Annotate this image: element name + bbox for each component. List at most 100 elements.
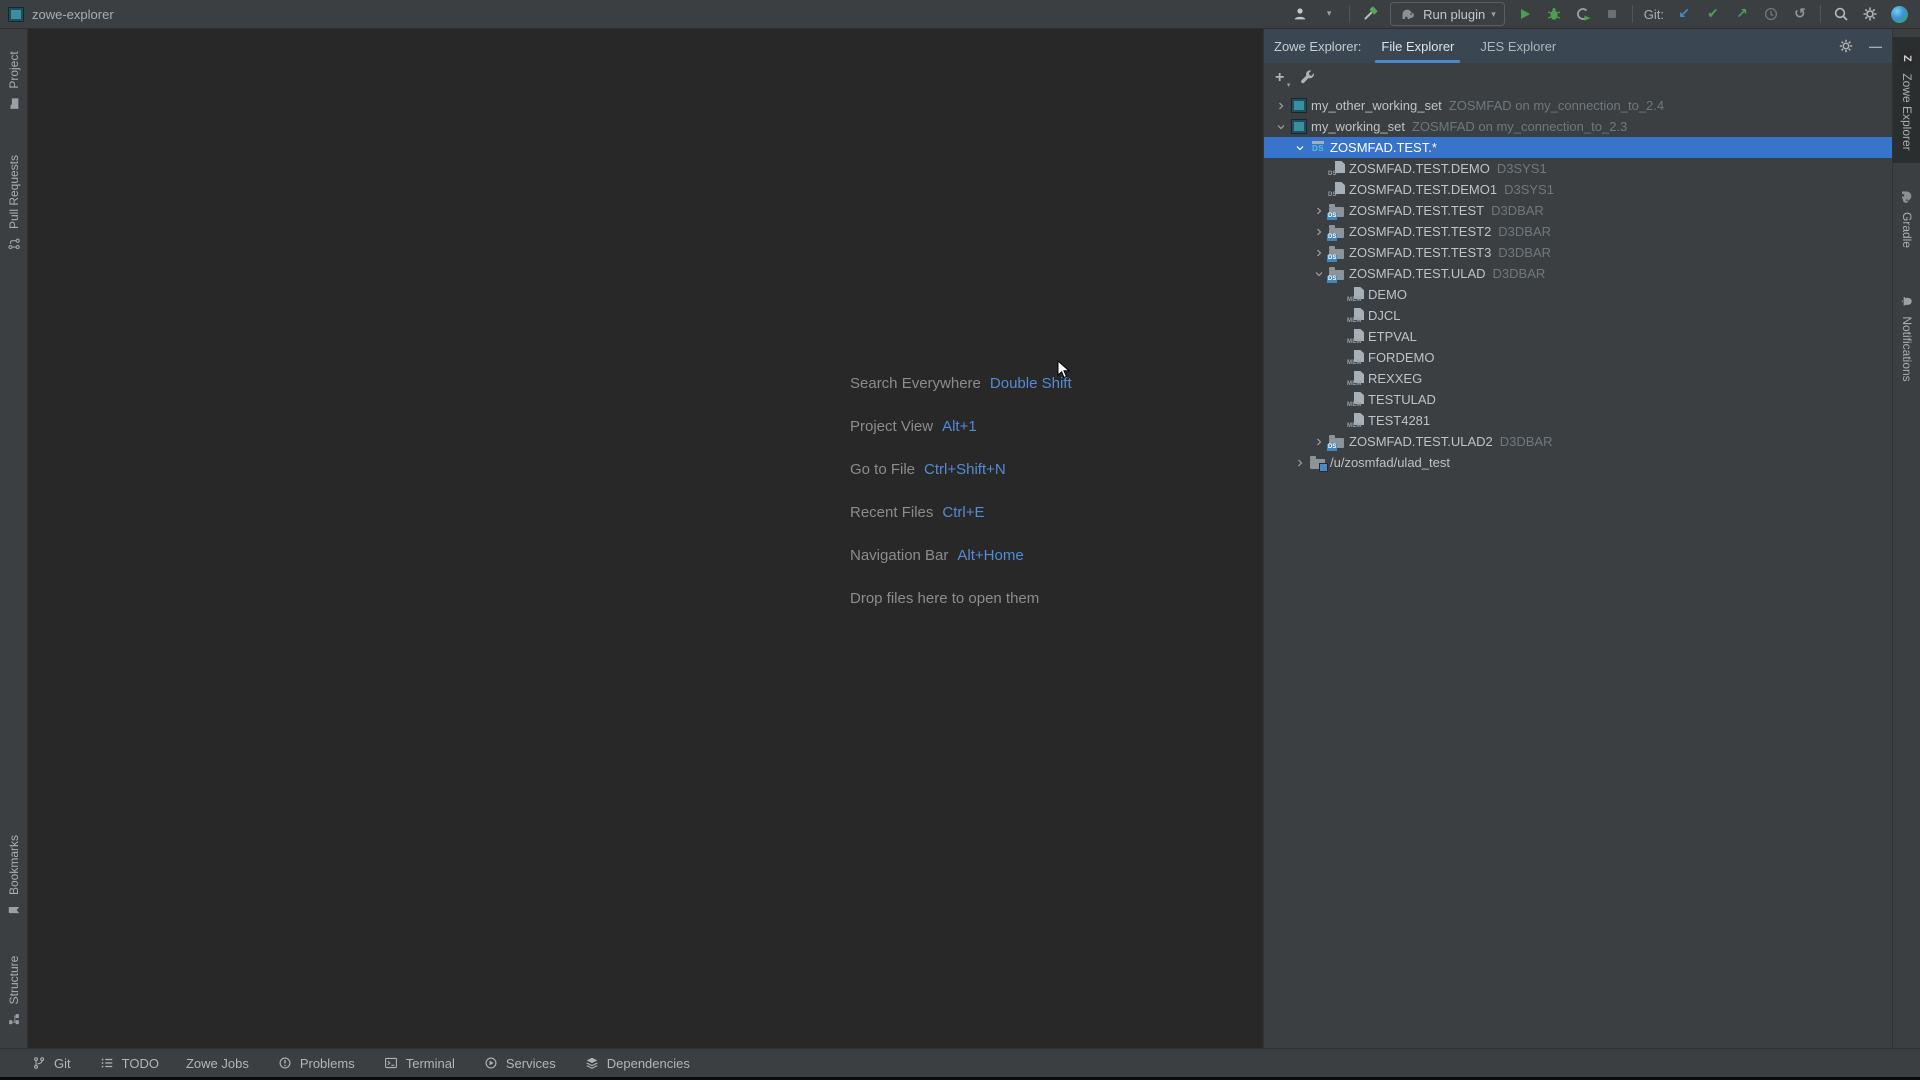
tree-expander[interactable] — [1310, 244, 1327, 262]
build-hammer-icon[interactable] — [1361, 5, 1379, 23]
tree-row[interactable]: MEMFORDEMO — [1264, 347, 1892, 368]
run-play-icon[interactable] — [1516, 5, 1534, 23]
tree-row[interactable]: DSZOSMFAD.TEST.DEMOD3SYS1 — [1264, 158, 1892, 179]
git-update-icon[interactable]: ↙ — [1675, 5, 1693, 23]
tree-expander[interactable] — [1291, 454, 1308, 472]
git-commit-icon[interactable]: ✔ — [1704, 5, 1722, 23]
pds-folder-icon: DS — [1327, 246, 1347, 260]
drop-files-hint: Drop files here to open them — [850, 577, 1072, 620]
member-icon: MEM — [1346, 287, 1366, 302]
tree-row[interactable]: MEMREXXEG — [1264, 368, 1892, 389]
tree-expander[interactable] — [1310, 433, 1327, 451]
tree-row[interactable]: DSZOSMFAD.TEST.TEST3D3DBAR — [1264, 242, 1892, 263]
right-stripe-top: Z Zowe Explorer Gradle Notifications — [1893, 37, 1920, 400]
tree-row[interactable]: DSZOSMFAD.TEST.ULADD3DBAR — [1264, 263, 1892, 284]
drop-files-label: Drop files here to open them — [850, 590, 1039, 607]
search-icon[interactable] — [1832, 5, 1850, 23]
gradle-elephant-icon — [1399, 5, 1417, 23]
shortcut-keys: Alt+Home — [957, 547, 1023, 564]
app-window-icon — [8, 7, 24, 22]
ide-sphere-icon[interactable] — [1890, 5, 1908, 23]
git-history-icon[interactable] — [1762, 5, 1780, 23]
settings-gear-icon[interactable] — [1861, 5, 1879, 23]
left-tool-stripe: Project Pull Requests Bookmarks Structure — [0, 29, 28, 1048]
tree-row-detail: D3DBAR — [1491, 203, 1544, 218]
statusbar-item-problems[interactable]: Problems — [276, 1054, 355, 1072]
shortcut-action-label: Navigation Bar — [850, 547, 948, 564]
gear-icon[interactable] — [1837, 37, 1855, 55]
tree-expander[interactable] — [1291, 139, 1308, 157]
member-icon: MEM — [1346, 308, 1366, 323]
main-toolbar: ▾ Run plugin▾ Git: ↙ ✔ ↗ ↺ — [1291, 2, 1908, 26]
add-working-set-button[interactable]: +▾ — [1275, 69, 1284, 87]
tree-row[interactable]: MEMDJCL — [1264, 305, 1892, 326]
git-push-icon[interactable]: ↗ — [1733, 5, 1751, 23]
tree-row[interactable]: /u/zosmfad/ulad_test — [1264, 452, 1892, 473]
member-icon: MEM — [1346, 413, 1366, 428]
tree-row[interactable]: MEMDEMO — [1264, 284, 1892, 305]
stripe-item-structure[interactable]: Structure — [0, 943, 27, 1040]
tree-row[interactable]: my_working_setZOSMFAD on my_connection_t… — [1264, 116, 1892, 137]
stripe-item-notifications[interactable]: Notifications — [1893, 274, 1920, 400]
run-configuration-select[interactable]: Run plugin▾ — [1390, 2, 1505, 26]
bell-icon — [1898, 292, 1916, 310]
stripe-item-content: Notifications — [1898, 292, 1916, 381]
stripe-item-pull-requests[interactable]: Pull Requests — [0, 141, 27, 267]
mouse-cursor — [1057, 360, 1071, 380]
tab-jes-explorer[interactable]: JES Explorer — [1478, 29, 1558, 63]
tree-row[interactable]: DSZOSMFAD.TEST.* — [1264, 137, 1892, 158]
tree-row[interactable]: DSZOSMFAD.TEST.DEMO1D3SYS1 — [1264, 179, 1892, 200]
stripe-item-label: Project — [7, 51, 21, 88]
tree-row-detail: D3DBAR — [1498, 224, 1551, 239]
statusbar-item-label: Git — [54, 1056, 71, 1071]
editor-area[interactable]: Search EverywhereDouble ShiftProject Vie… — [28, 29, 1263, 1048]
profiler-icon[interactable] — [1574, 5, 1592, 23]
statusbar-item-label: Dependencies — [607, 1056, 690, 1071]
statusbar-item-git[interactable]: Git — [30, 1054, 71, 1072]
tree-row[interactable]: MEMTEST4281 — [1264, 410, 1892, 431]
tree-expander[interactable] — [1310, 265, 1327, 283]
pds-folder-icon: DS — [1327, 204, 1347, 218]
toolbar-separator — [1632, 5, 1633, 23]
minimize-icon[interactable]: — — [1869, 39, 1882, 54]
statusbar-item-terminal[interactable]: Terminal — [382, 1054, 455, 1072]
tree-row[interactable]: DSZOSMFAD.TEST.TEST D3DBAR — [1264, 200, 1892, 221]
tree-expander[interactable] — [1272, 97, 1289, 115]
stripe-item-label: Gradle — [1900, 212, 1914, 248]
statusbar-item-zowe-jobs[interactable]: Zowe Jobs — [186, 1056, 249, 1071]
zowe-z-icon: Z — [1898, 49, 1916, 67]
wrench-icon[interactable] — [1299, 69, 1317, 87]
stripe-item-gradle[interactable]: Gradle — [1893, 181, 1920, 255]
tree-row-label: ZOSMFAD.TEST.TEST — [1349, 203, 1484, 218]
tree-row-label: DJCL — [1368, 308, 1401, 323]
tree-row[interactable]: MEMETPVAL — [1264, 326, 1892, 347]
tree-expander[interactable] — [1272, 118, 1289, 136]
shortcut-action-label: Project View — [850, 418, 933, 435]
panel-title: Zowe Explorer: — [1274, 39, 1361, 54]
stripe-item-zowe-explorer[interactable]: Z Zowe Explorer — [1893, 37, 1920, 163]
statusbar-item-label: Problems — [300, 1056, 355, 1071]
tree-row-detail: ZOSMFAD on my_connection_to_2.3 — [1412, 119, 1627, 134]
tree-expander[interactable] — [1310, 202, 1327, 220]
tree-row[interactable]: DSZOSMFAD.TEST.TEST2D3DBAR — [1264, 221, 1892, 242]
tab-file-explorer[interactable]: File Explorer — [1379, 29, 1456, 63]
tree-row-label: ZOSMFAD.TEST.ULAD — [1349, 266, 1486, 281]
statusbar-item-todo[interactable]: TODO — [98, 1054, 159, 1072]
tree-row[interactable]: MEMTESTULAD — [1264, 389, 1892, 410]
tree-row-detail: D3DBAR — [1493, 266, 1546, 281]
git-toolbar-label: Git: — [1644, 7, 1664, 22]
stripe-item-label: Zowe Explorer — [1900, 73, 1914, 150]
debug-bug-icon[interactable] — [1545, 5, 1563, 23]
stripe-item-bookmarks[interactable]: Bookmarks — [0, 829, 27, 926]
user-dropdown-icon[interactable] — [1291, 5, 1309, 23]
stripe-item-project[interactable]: Project — [0, 41, 27, 123]
statusbar-item-dependencies[interactable]: Dependencies — [583, 1054, 690, 1072]
tree-expander[interactable] — [1310, 223, 1327, 241]
user-caret-down-icon[interactable]: ▾ — [1320, 5, 1338, 23]
tree-row[interactable]: DSZOSMFAD.TEST.ULAD2D3DBAR — [1264, 431, 1892, 452]
shortcut-action-label: Go to File — [850, 461, 915, 478]
git-rollback-icon[interactable]: ↺ — [1791, 5, 1809, 23]
tree-row[interactable]: my_other_working_setZOSMFAD on my_connec… — [1264, 95, 1892, 116]
statusbar-item-services[interactable]: Services — [482, 1054, 556, 1072]
git-branch-icon — [30, 1054, 48, 1072]
